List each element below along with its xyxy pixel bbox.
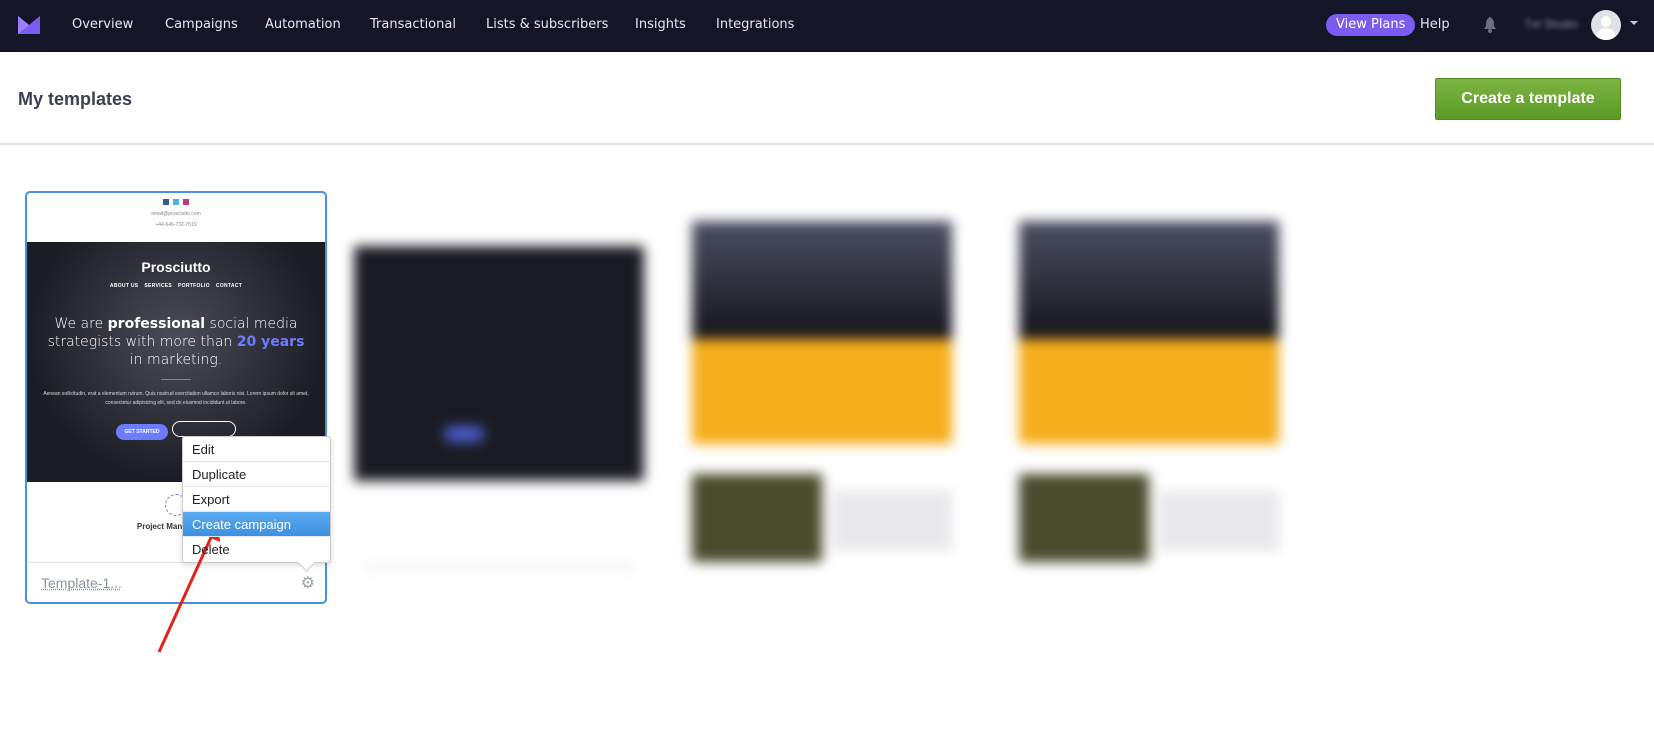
nav-integrations[interactable]: Integrations: [716, 17, 794, 32]
nav-overview[interactable]: Overview: [72, 17, 133, 32]
menu-item-create-campaign[interactable]: Create campaign: [183, 512, 330, 537]
preview-brand: Prosciutto: [141, 259, 211, 275]
preview-menu-item: PORTFOLIO: [178, 283, 210, 289]
help-link[interactable]: Help: [1420, 17, 1450, 32]
nav-insights[interactable]: Insights: [635, 17, 686, 32]
chevron-down-icon[interactable]: [1630, 21, 1638, 25]
instagram-icon: [183, 199, 189, 205]
template-name[interactable]: Template-1...: [41, 575, 122, 591]
preview-headline: We are professional social media strateg…: [47, 316, 305, 368]
divider: [0, 143, 1654, 145]
preview-cta: GET STARTED: [115, 424, 169, 440]
nav-automation[interactable]: Automation: [265, 17, 341, 32]
bell-icon[interactable]: [1482, 16, 1498, 34]
preview-email: email@prosciutto.com: [151, 211, 201, 217]
gear-icon[interactable]: ⚙: [301, 573, 315, 593]
menu-item-delete[interactable]: Delete: [183, 537, 330, 562]
create-template-button[interactable]: Create a template: [1435, 78, 1621, 120]
preview-menu-item: SERVICES: [144, 283, 173, 289]
top-nav: Overview Campaigns Automation Transactio…: [0, 0, 1654, 52]
nav-transactional[interactable]: Transactional: [370, 17, 456, 32]
menu-item-duplicate[interactable]: Duplicate: [183, 462, 330, 487]
template-card-blurred[interactable]: [999, 191, 1301, 604]
nav-campaigns[interactable]: Campaigns: [165, 17, 238, 32]
template-card-blurred[interactable]: [672, 191, 974, 604]
logo-icon[interactable]: [18, 16, 40, 34]
twitter-icon: [173, 199, 179, 205]
avatar[interactable]: [1591, 10, 1621, 40]
preview-menu-item: ABOUT US: [109, 283, 139, 289]
preview-menu-item: CONTACT: [215, 283, 243, 289]
preview-body: Aenean sollicitudin, erat a elementum ru…: [43, 391, 309, 406]
user-name[interactable]: Txt Studio: [1524, 17, 1578, 31]
preview-phone: +44-646-732-7519: [155, 222, 197, 228]
menu-item-edit[interactable]: Edit: [183, 437, 330, 462]
template-context-menu: Edit Duplicate Export Create campaign De…: [182, 436, 331, 563]
menu-item-export[interactable]: Export: [183, 487, 330, 512]
facebook-icon: [163, 199, 169, 205]
view-plans-button[interactable]: View Plans: [1326, 14, 1416, 36]
template-card-blurred[interactable]: [344, 191, 646, 604]
page-title: My templates: [18, 89, 133, 109]
nav-lists-subscribers[interactable]: Lists & subscribers: [486, 17, 608, 32]
